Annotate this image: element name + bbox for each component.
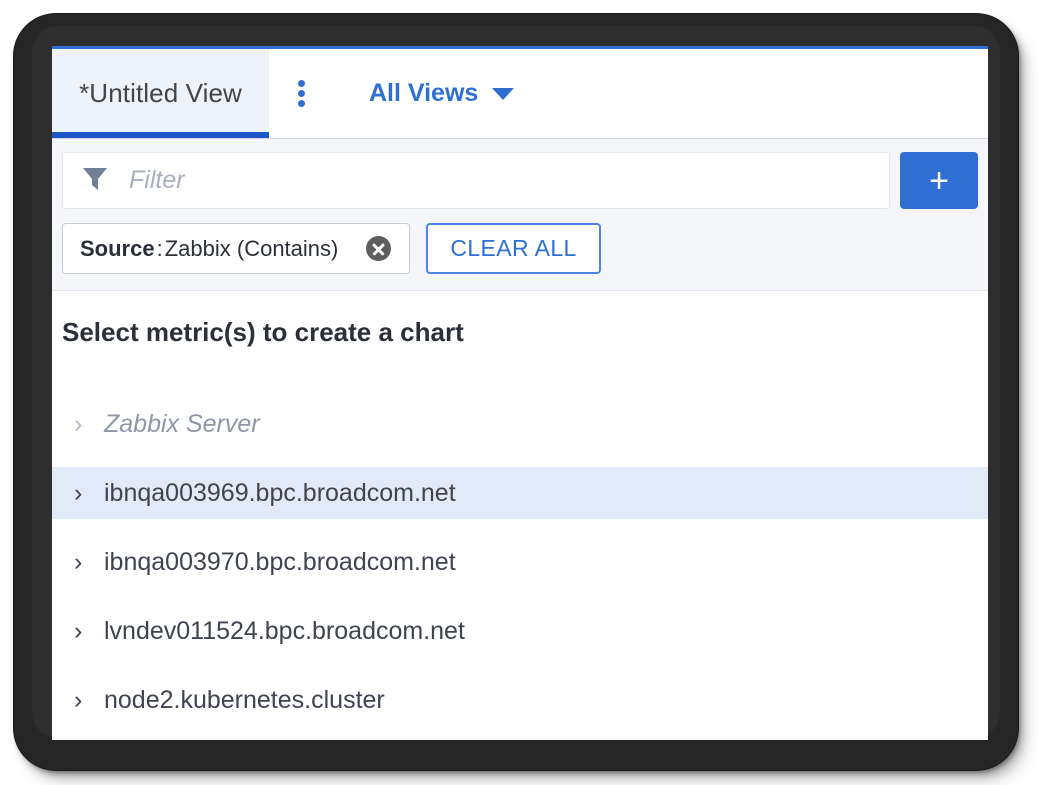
filter-chip-separator: :	[157, 236, 163, 262]
clear-all-button[interactable]: CLEAR ALL	[426, 223, 600, 274]
metric-selection-panel: Select metric(s) to create a chart ›Zabb…	[52, 291, 988, 726]
tablet-device-frame: *Untitled View All Views	[14, 14, 1018, 770]
tree-row-label: lvndev011524.bpc.broadcom.net	[104, 617, 465, 646]
chevron-right-icon[interactable]: ›	[74, 479, 104, 508]
tab-untitled-view[interactable]: *Untitled View	[52, 49, 269, 138]
chevron-down-icon	[492, 88, 514, 100]
kebab-menu-icon[interactable]	[269, 49, 333, 138]
page-title: Select metric(s) to create a chart	[52, 291, 988, 348]
all-views-label: All Views	[369, 79, 478, 108]
tree-spacer	[52, 519, 988, 536]
tab-bar: *Untitled View All Views	[52, 49, 988, 139]
filter-region: + Source : Zabbix (Contains) CLEAR ALL	[52, 139, 988, 291]
close-icon[interactable]	[366, 236, 391, 261]
tree-spacer	[52, 450, 988, 467]
metric-tree: ›Zabbix Server›ibnqa003969.bpc.broadcom.…	[52, 398, 988, 726]
tree-row-label: ibnqa003970.bpc.broadcom.net	[104, 548, 456, 577]
all-views-dropdown[interactable]: All Views	[351, 49, 532, 138]
filter-chip-key: Source	[80, 236, 155, 262]
tree-spacer	[52, 588, 988, 605]
funnel-icon	[79, 162, 111, 199]
tree-spacer	[52, 657, 988, 674]
chevron-right-icon[interactable]: ›	[74, 617, 104, 646]
tree-row-label: ibnqa003969.bpc.broadcom.net	[104, 479, 456, 508]
filter-input-row: +	[52, 139, 988, 209]
source-filter-chip[interactable]: Source : Zabbix (Contains)	[62, 223, 410, 274]
tree-row[interactable]: ›ibnqa003969.bpc.broadcom.net	[52, 467, 988, 519]
tree-row[interactable]: ›ibnqa003970.bpc.broadcom.net	[52, 536, 988, 588]
tree-row-label: node2.kubernetes.cluster	[104, 686, 385, 715]
tree-row[interactable]: ›node2.kubernetes.cluster	[52, 674, 988, 726]
filter-input[interactable]	[127, 165, 873, 196]
tree-row: ›Zabbix Server	[52, 398, 988, 450]
add-filter-button[interactable]: +	[900, 152, 978, 209]
tab-untitled-view-label: *Untitled View	[79, 78, 242, 109]
tree-row-label: Zabbix Server	[104, 410, 260, 439]
kebab-dot	[298, 100, 305, 107]
filter-chip-value: Zabbix (Contains)	[165, 236, 339, 262]
filter-input-container[interactable]	[62, 152, 890, 209]
chevron-right-icon: ›	[74, 410, 104, 439]
app-screen: *Untitled View All Views	[52, 46, 988, 740]
chevron-right-icon[interactable]: ›	[74, 686, 104, 715]
chevron-right-icon[interactable]: ›	[74, 548, 104, 577]
kebab-dot	[298, 80, 305, 87]
kebab-dot	[298, 90, 305, 97]
filter-chip-row: Source : Zabbix (Contains) CLEAR ALL	[52, 209, 988, 290]
tree-row[interactable]: ›lvndev011524.bpc.broadcom.net	[52, 605, 988, 657]
